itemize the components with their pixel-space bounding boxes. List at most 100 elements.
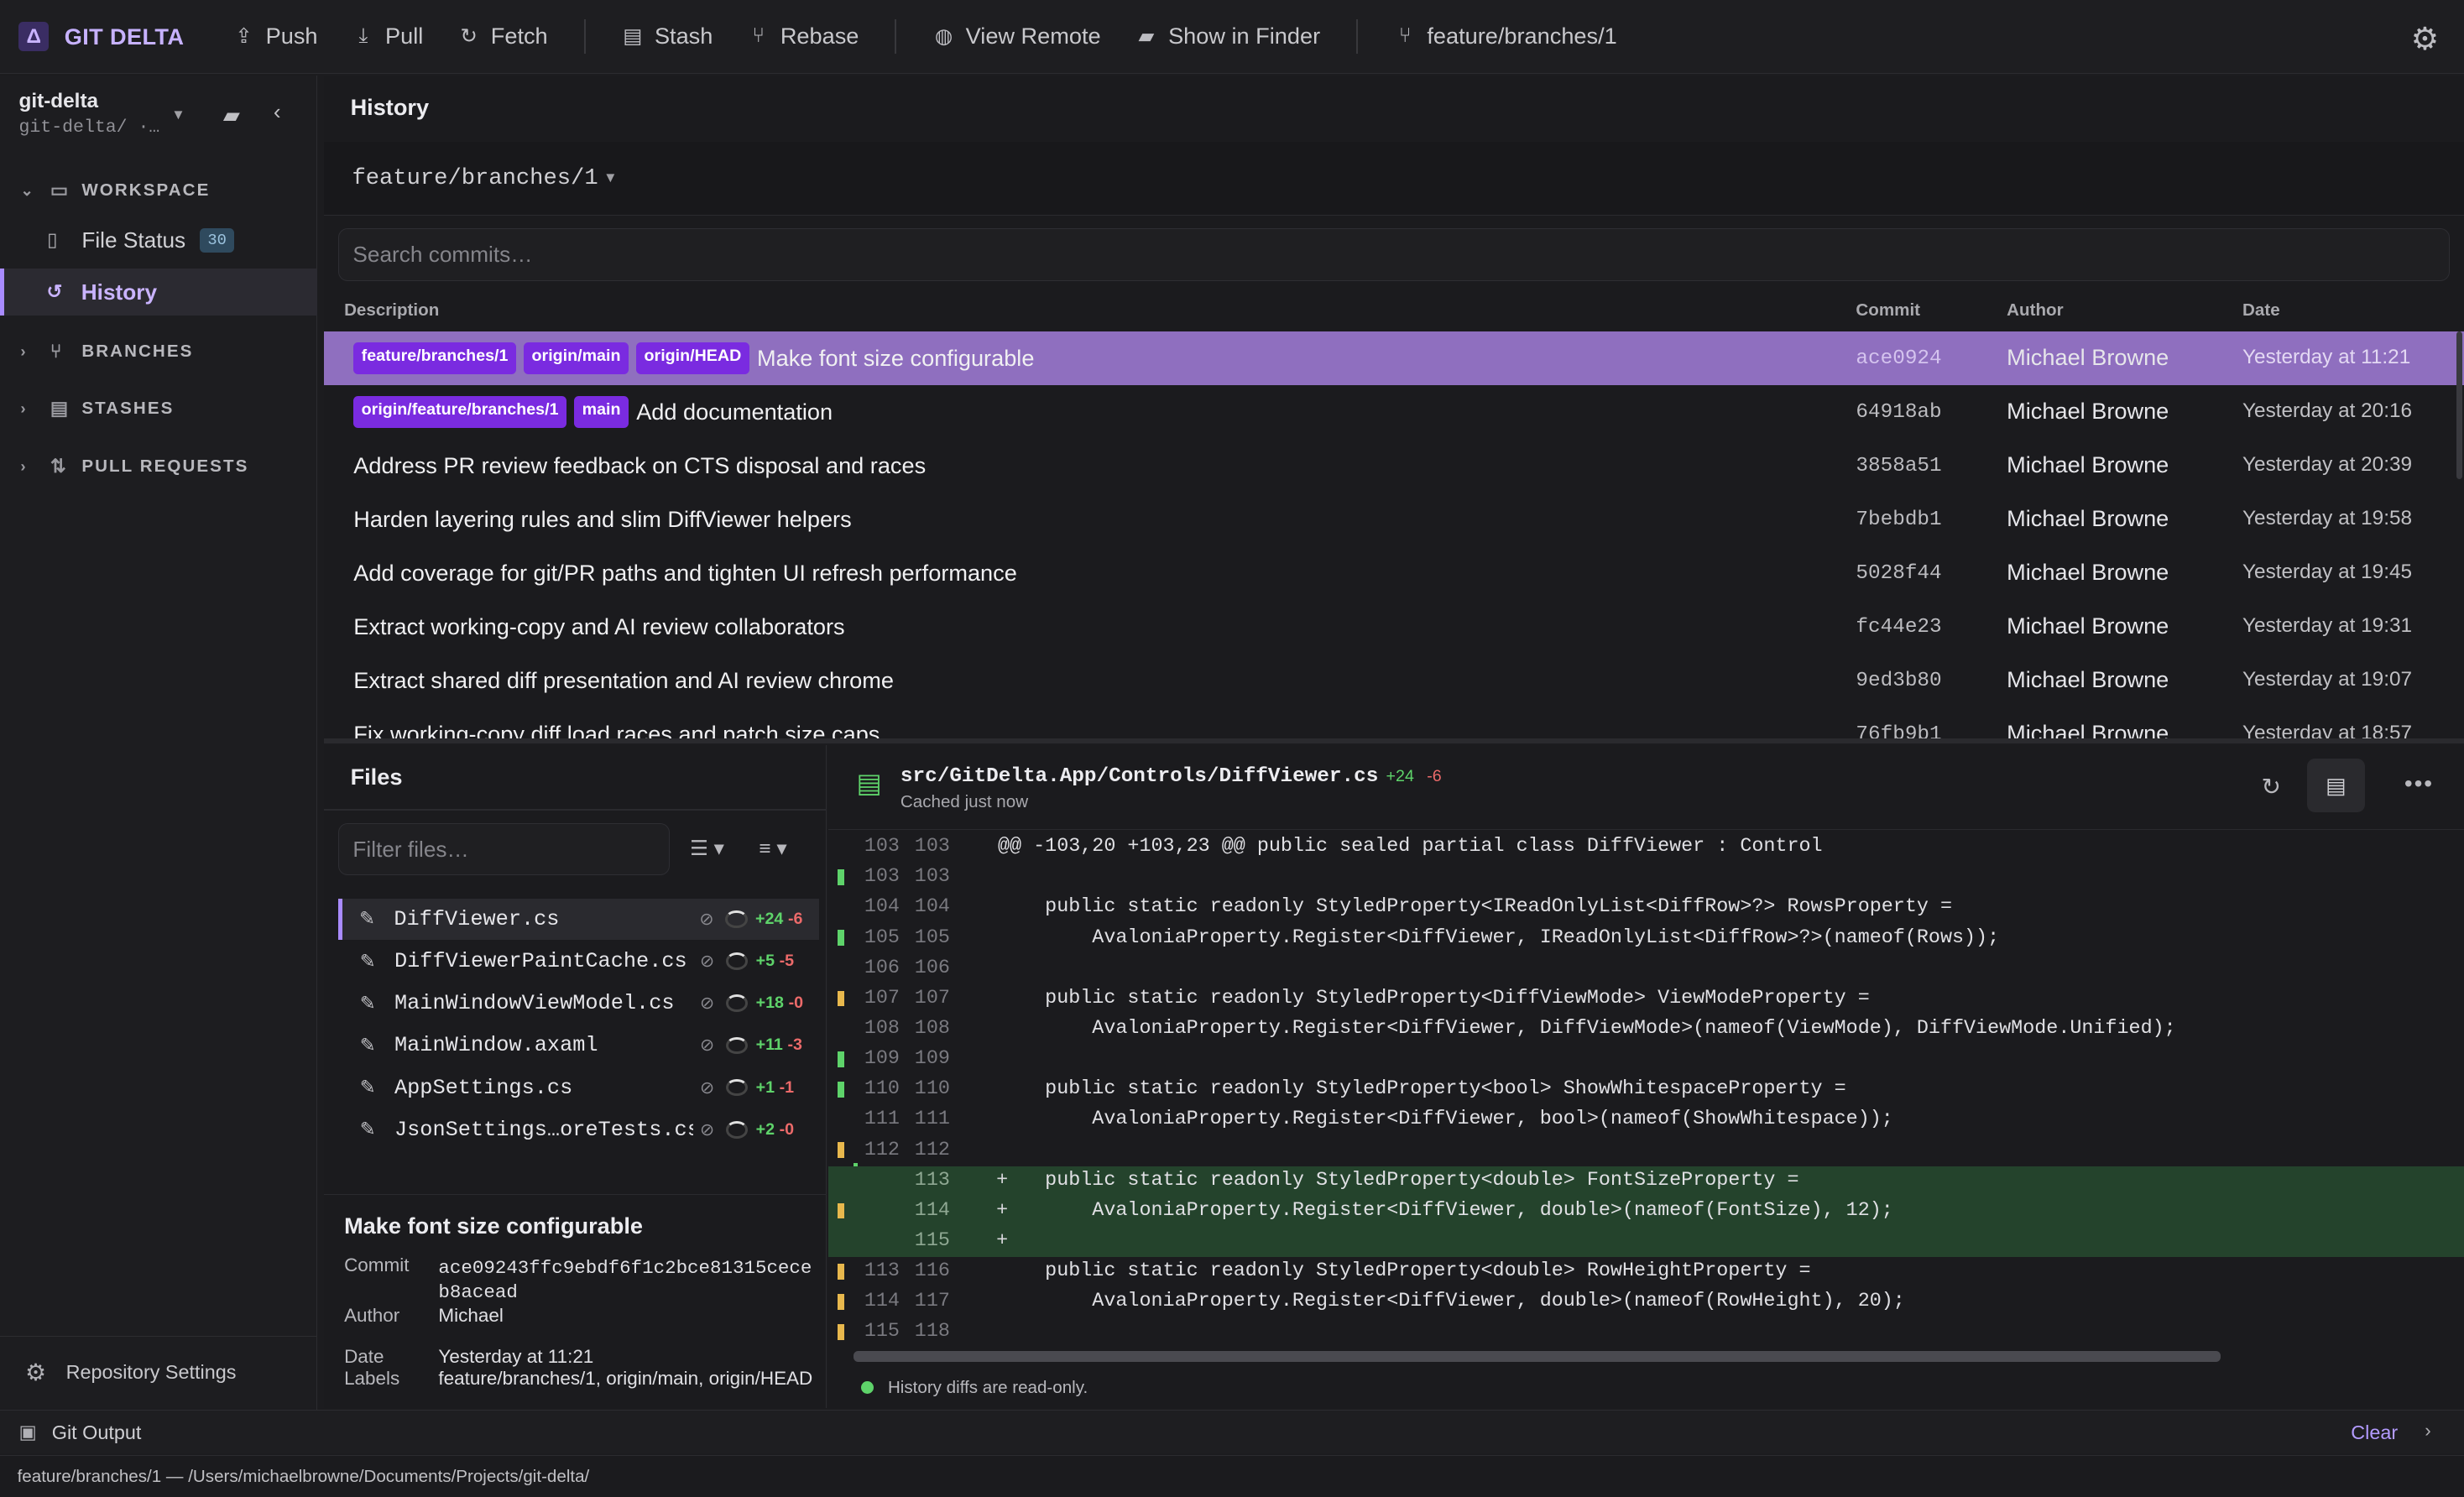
commit-description: Fix working-copy diff load races and pat… xyxy=(353,707,880,740)
pencil-icon: ✎ xyxy=(359,992,376,1014)
commit-row[interactable]: origin/feature/branches/1 main Add documen… xyxy=(324,385,2464,439)
column-description[interactable]: Description xyxy=(344,300,439,321)
commit-list-scrollbar[interactable] xyxy=(2456,331,2463,480)
file-row[interactable]: ✎ MainWindow.axaml ⊘ +11 -3 xyxy=(338,1025,819,1067)
file-name: MainWindowViewModel.cs xyxy=(394,991,675,1016)
file-row[interactable]: ✎ DiffViewerPaintCache.cs ⊘ +5 -5 xyxy=(338,941,819,982)
file-additions: +24 xyxy=(755,909,784,928)
commit-message: Add coverage for git/PR paths and tighte… xyxy=(353,560,1017,587)
view-remote-button[interactable]: ◍ View Remote xyxy=(916,13,1118,60)
repository-settings-button[interactable]: ⚙ Repository Settings xyxy=(0,1335,318,1408)
check-circle-icon[interactable]: ⊘ xyxy=(693,1077,722,1098)
push-button[interactable]: ⇪ Push xyxy=(216,13,335,60)
git-output-label: Git Output xyxy=(51,1421,142,1443)
diff-added-line: 115 + xyxy=(827,1227,2464,1258)
git-merge-icon: ⑂ xyxy=(752,24,765,48)
file-additions: +1 xyxy=(755,1077,775,1097)
repo-path: git-delta/ ·… xyxy=(18,117,160,138)
chevron-down-icon: ▼ xyxy=(603,170,618,186)
progress-ring-icon xyxy=(726,1121,749,1139)
sidebar-item-history[interactable]: ↺ History xyxy=(0,269,318,316)
file-deletions: -6 xyxy=(787,909,803,928)
diff-file-path: src/GitDelta.App/Controls/DiffViewer.cs xyxy=(900,764,1379,788)
check-circle-icon[interactable]: ⊘ xyxy=(692,909,721,930)
branch-selector[interactable]: feature/branches/1 ▼ xyxy=(323,141,2464,216)
commit-row[interactable]: Extract shared diff presentation and AI … xyxy=(324,654,2464,707)
search-commits[interactable] xyxy=(337,227,2451,282)
file-row[interactable]: ✎ JsonSettings…oreTests.cs ⊘ +2 -0 xyxy=(338,1109,819,1150)
branch-button[interactable]: ⑂ feature/branches/1 xyxy=(1377,13,1635,60)
list-view-icon[interactable]: ≡ ▾ xyxy=(759,836,786,861)
column-date[interactable]: Date xyxy=(2242,300,2280,321)
chevron-right-icon[interactable]: › xyxy=(2425,1420,2430,1442)
file-row[interactable]: ✎ DiffViewer.cs ⊘ +24 -6 xyxy=(337,899,819,940)
new-line-number: 104 xyxy=(914,896,950,919)
stash-label: Stash xyxy=(654,23,713,50)
new-line-number: 117 xyxy=(914,1291,950,1313)
settings-gear-icon[interactable]: ⚙ xyxy=(2411,20,2440,57)
section-workspace[interactable]: ⌄ ▭ WORKSPACE xyxy=(0,166,317,213)
section-stashes[interactable]: › ▤ STASHES xyxy=(0,385,317,432)
collapse-sidebar-icon[interactable]: ‹ xyxy=(274,99,281,125)
commit-row[interactable]: Add coverage for git/PR paths and tighte… xyxy=(324,546,2464,600)
sidebar-item-file-status[interactable]: ▯ File Status 30 xyxy=(0,216,317,263)
column-commit[interactable]: Commit xyxy=(1856,300,1920,321)
commit-row[interactable]: Fix working-copy diff load races and pat… xyxy=(324,707,2464,740)
filter-files[interactable] xyxy=(337,823,670,875)
document-view-icon[interactable]: ▤ xyxy=(2306,759,2366,813)
commit-hash: 64918ab xyxy=(1856,400,1942,424)
change-marker xyxy=(838,1051,844,1067)
search-commits-input[interactable] xyxy=(338,228,2450,281)
open-folder-icon[interactable]: ▰ xyxy=(223,102,240,128)
filter-files-input[interactable] xyxy=(338,824,669,874)
status-dot-icon xyxy=(861,1380,874,1394)
code-text: public static readonly StyledProperty<bo… xyxy=(998,1078,1846,1101)
file-row[interactable]: ✎ MainWindowViewModel.cs ⊘ +18 -0 xyxy=(338,983,819,1024)
new-line-number: 118 xyxy=(914,1321,950,1343)
git-output-bar[interactable]: ▣ Git Output Clear › xyxy=(0,1409,2464,1454)
diff-context-line: 104 104 public static readonly StyledPro… xyxy=(828,894,2464,924)
old-line-number: 103 xyxy=(864,866,900,889)
commit-row[interactable]: Address PR review feedback on CTS dispos… xyxy=(324,439,2464,493)
chevron-down-icon[interactable]: ▼ xyxy=(171,107,185,123)
more-options-icon[interactable]: ••• xyxy=(2404,770,2434,797)
file-additions: +18 xyxy=(755,994,784,1013)
new-line-number: 114 xyxy=(914,1199,950,1222)
clear-button[interactable]: Clear xyxy=(2351,1421,2398,1444)
old-line-number: 106 xyxy=(864,957,900,979)
diff-footer: History diffs are read-only. xyxy=(828,1367,2464,1408)
upload-icon: ⇪ xyxy=(235,25,253,49)
check-circle-icon[interactable]: ⊘ xyxy=(693,1119,722,1140)
diff-context-line: 109 109 xyxy=(828,1045,2464,1075)
app-window: Δ GIT DELTA ⇪ Push ⤓ Pull ↻ Fetch ▤ Stash ⑂ R… xyxy=(0,0,2464,1497)
show-in-finder-button[interactable]: ▰ Show in Finder xyxy=(1118,13,1338,60)
panel-splitter[interactable] xyxy=(323,738,2464,743)
check-circle-icon[interactable]: ⊘ xyxy=(693,1035,722,1056)
refresh-icon[interactable]: ↻ xyxy=(2262,773,2282,801)
sidebar: git-delta git-delta/ ·… ▼ ▰ ‹ ⌄ ▭ WORKSP… xyxy=(0,75,318,1410)
commit-hash: 76fb9b1 xyxy=(1856,723,1942,740)
commit-row[interactable]: feature/branches/1 origin/main origin/HEAD… xyxy=(323,331,2464,385)
rebase-button[interactable]: ⑂ Rebase xyxy=(730,13,876,60)
pencil-icon: ✎ xyxy=(359,950,376,972)
check-circle-icon[interactable]: ⊘ xyxy=(693,951,722,972)
file-row[interactable]: ✎ AppSettings.cs ⊘ +1 -1 xyxy=(338,1067,819,1108)
commit-hash[interactable]: ace09243ffc9ebdf6f1c2bce81315cece b8acea… xyxy=(438,1256,815,1305)
pull-button[interactable]: ⤓ Pull xyxy=(335,13,441,60)
check-circle-icon[interactable]: ⊘ xyxy=(693,993,722,1014)
horizontal-scrollbar[interactable] xyxy=(853,1351,2221,1363)
file-deletions: -0 xyxy=(779,1119,795,1139)
filter-icon[interactable]: ☰ ▾ xyxy=(690,836,724,861)
section-pull-requests[interactable]: › ⇅ PULL REQUESTS xyxy=(0,443,317,490)
repo-selector[interactable]: git-delta git-delta/ ·… xyxy=(18,90,159,138)
column-author[interactable]: Author xyxy=(2007,300,2063,321)
section-workspace-label: WORKSPACE xyxy=(81,180,211,200)
old-line-number: 107 xyxy=(864,987,900,1009)
commit-hash: fc44e23 xyxy=(1856,615,1942,639)
stash-button[interactable]: ▤ Stash xyxy=(604,13,730,60)
section-branches[interactable]: › ⑂ BRANCHES xyxy=(0,328,317,375)
code-text: AvaloniaProperty.Register<DiffViewer, IR… xyxy=(998,926,2000,949)
commit-row[interactable]: Extract working-copy and AI review colla… xyxy=(324,600,2464,654)
commit-row[interactable]: Harden layering rules and slim DiffViewe… xyxy=(324,493,2464,546)
fetch-button[interactable]: ↻ Fetch xyxy=(441,13,565,60)
